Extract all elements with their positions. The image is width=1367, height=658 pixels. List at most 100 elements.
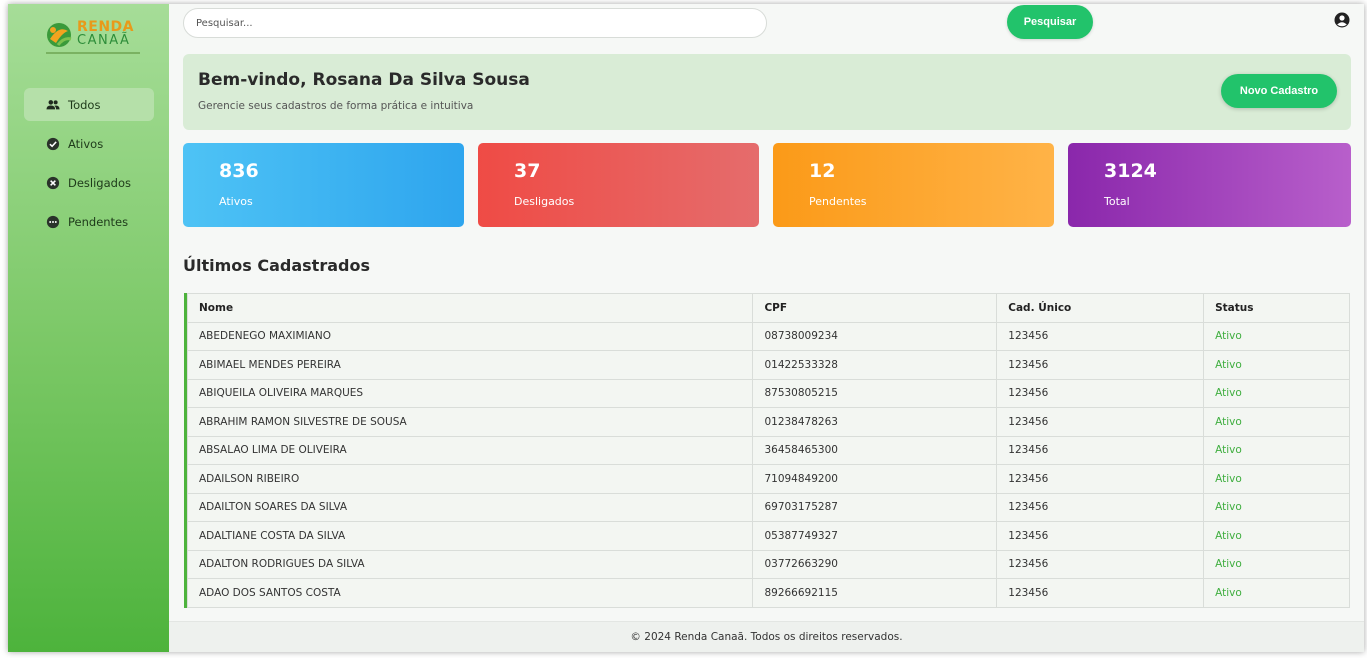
cell-cpf: 69703175287 bbox=[752, 492, 998, 522]
cell-status: Ativo bbox=[1203, 321, 1350, 351]
recent-registrations-title: Últimos Cadastrados bbox=[183, 256, 370, 275]
cell-cpf: 71094849200 bbox=[752, 464, 998, 494]
cell-status: Ativo bbox=[1203, 521, 1350, 551]
table-row[interactable]: ADAO DOS SANTOS COSTA 89266692115 123456… bbox=[186, 578, 1350, 608]
cell-cpf: 01238478263 bbox=[752, 407, 998, 437]
table-row[interactable]: ABEDENEGO MAXIMIANO 08738009234 123456 A… bbox=[186, 321, 1350, 351]
cell-cad-unico: 123456 bbox=[996, 435, 1205, 465]
cell-status: Ativo bbox=[1203, 435, 1350, 465]
brand-line-2: CANAÃ bbox=[77, 33, 131, 48]
brand-tagline-rule bbox=[46, 52, 140, 54]
table-header-row: Nome CPF Cad. Único Status bbox=[186, 293, 1350, 323]
stat-label: Desligados bbox=[514, 195, 575, 208]
search-input[interactable] bbox=[183, 8, 767, 38]
cell-cad-unico: 123456 bbox=[996, 549, 1205, 579]
table-row[interactable]: ABIMAEL MENDES PEREIRA 01422533328 12345… bbox=[186, 350, 1350, 380]
cell-cad-unico: 123456 bbox=[996, 492, 1205, 522]
stat-card-total[interactable]: 3124 Total bbox=[1068, 143, 1351, 227]
cell-status: Ativo bbox=[1203, 492, 1350, 522]
cell-cad-unico: 123456 bbox=[996, 350, 1205, 380]
logo-mark-icon bbox=[47, 23, 72, 47]
cell-cpf: 05387749327 bbox=[752, 521, 998, 551]
dots-circle-icon bbox=[46, 215, 60, 228]
users-icon bbox=[46, 99, 60, 109]
cell-nome: ADAO DOS SANTOS COSTA bbox=[186, 578, 754, 608]
cell-cad-unico: 123456 bbox=[996, 407, 1205, 437]
cell-status: Ativo bbox=[1203, 378, 1350, 408]
sidebar-item-label: Desligados bbox=[68, 175, 131, 190]
cell-cad-unico: 123456 bbox=[996, 578, 1205, 608]
sidebar: RENDA CANAÃ Todos Ativos Desligados Pend… bbox=[8, 4, 169, 652]
x-circle-icon bbox=[46, 176, 60, 189]
sidebar-item-label: Ativos bbox=[68, 136, 104, 151]
sidebar-item-label: Pendentes bbox=[68, 214, 129, 229]
search-button[interactable]: Pesquisar bbox=[1007, 5, 1093, 39]
cell-nome: ADALTON RODRIGUES DA SILVA bbox=[186, 549, 754, 579]
stat-card-desligados[interactable]: 37 Desligados bbox=[478, 143, 759, 227]
new-registration-button[interactable]: Novo Cadastro bbox=[1221, 74, 1337, 108]
topbar: Pesquisar bbox=[169, 4, 1364, 42]
cell-nome: ADAILSON RIBEIRO bbox=[186, 464, 754, 494]
sidebar-item-desligados[interactable]: Desligados bbox=[24, 166, 154, 199]
stat-card-ativos[interactable]: 836 Ativos bbox=[183, 143, 464, 227]
stat-value: 836 bbox=[219, 160, 259, 182]
cell-cpf: 01422533328 bbox=[752, 350, 998, 380]
cell-nome: ABIMAEL MENDES PEREIRA bbox=[186, 350, 754, 380]
cell-cpf: 08738009234 bbox=[752, 321, 998, 351]
sidebar-item-todos[interactable]: Todos bbox=[24, 88, 154, 121]
cell-nome: ADALTIANE COSTA DA SILVA bbox=[186, 521, 754, 551]
stat-label: Ativos bbox=[219, 195, 253, 208]
cell-nome: ABIQUEILA OLIVEIRA MARQUES bbox=[186, 378, 754, 408]
table-row[interactable]: ABRAHIM RAMON SILVESTRE DE SOUSA 0123847… bbox=[186, 407, 1350, 437]
table-row[interactable]: ADAILSON RIBEIRO 71094849200 123456 Ativ… bbox=[186, 464, 1350, 494]
table-row[interactable]: ABIQUEILA OLIVEIRA MARQUES 87530805215 1… bbox=[186, 378, 1350, 408]
cell-nome: ABRAHIM RAMON SILVESTRE DE SOUSA bbox=[186, 407, 754, 437]
cell-cad-unico: 123456 bbox=[996, 378, 1205, 408]
cell-status: Ativo bbox=[1203, 464, 1350, 494]
footer-text: © 2024 Renda Canaã. Todos os direitos re… bbox=[630, 631, 903, 643]
welcome-title: Bem-vindo, Rosana Da Silva Sousa bbox=[198, 70, 530, 90]
stat-label: Pendentes bbox=[809, 195, 867, 208]
column-header-cad-unico[interactable]: Cad. Único bbox=[996, 293, 1205, 323]
cell-status: Ativo bbox=[1203, 578, 1350, 608]
welcome-banner: Bem-vindo, Rosana Da Silva Sousa Gerenci… bbox=[183, 54, 1351, 130]
sidebar-item-label: Todos bbox=[68, 97, 101, 112]
table-row[interactable]: ADAILTON SOARES DA SILVA 69703175287 123… bbox=[186, 492, 1350, 522]
app-window: RENDA CANAÃ Todos Ativos Desligados Pend… bbox=[8, 4, 1364, 652]
user-circle-icon[interactable] bbox=[1334, 12, 1350, 28]
stats-cards: 836 Ativos 37 Desligados 12 Pendentes 31… bbox=[183, 143, 1351, 227]
cell-nome: ADAILTON SOARES DA SILVA bbox=[186, 492, 754, 522]
cell-status: Ativo bbox=[1203, 350, 1350, 380]
cell-nome: ABEDENEGO MAXIMIANO bbox=[186, 321, 754, 351]
table-row[interactable]: ADALTON RODRIGUES DA SILVA 03772663290 1… bbox=[186, 549, 1350, 579]
page-footer: © 2024 Renda Canaã. Todos os direitos re… bbox=[169, 621, 1364, 652]
cell-status: Ativo bbox=[1203, 407, 1350, 437]
sidebar-nav: Todos Ativos Desligados Pendentes bbox=[24, 88, 154, 244]
column-header-status[interactable]: Status bbox=[1203, 293, 1350, 323]
check-circle-icon bbox=[46, 137, 60, 150]
brand-logo[interactable]: RENDA CANAÃ bbox=[44, 18, 140, 58]
cell-cpf: 87530805215 bbox=[752, 378, 998, 408]
stat-value: 37 bbox=[514, 160, 541, 182]
recent-registrations-table: Nome CPF Cad. Único Status ABEDENEGO MAX… bbox=[184, 293, 1350, 608]
main-content: Pesquisar Bem-vindo, Rosana Da Silva Sou… bbox=[169, 4, 1364, 652]
table-row[interactable]: ADALTIANE COSTA DA SILVA 05387749327 123… bbox=[186, 521, 1350, 551]
cell-cad-unico: 123456 bbox=[996, 521, 1205, 551]
welcome-subtitle: Gerencie seus cadastros de forma prática… bbox=[198, 100, 474, 112]
stat-value: 12 bbox=[809, 160, 836, 182]
cell-status: Ativo bbox=[1203, 549, 1350, 579]
table-row[interactable]: ABSALAO LIMA DE OLIVEIRA 36458465300 123… bbox=[186, 435, 1350, 465]
stat-card-pendentes[interactable]: 12 Pendentes bbox=[773, 143, 1054, 227]
sidebar-item-ativos[interactable]: Ativos bbox=[24, 127, 154, 160]
cell-nome: ABSALAO LIMA DE OLIVEIRA bbox=[186, 435, 754, 465]
cell-cpf: 36458465300 bbox=[752, 435, 998, 465]
stat-label: Total bbox=[1104, 195, 1130, 208]
column-header-cpf[interactable]: CPF bbox=[752, 293, 998, 323]
cell-cpf: 89266692115 bbox=[752, 578, 998, 608]
cell-cad-unico: 123456 bbox=[996, 321, 1205, 351]
stat-value: 3124 bbox=[1104, 160, 1157, 182]
cell-cpf: 03772663290 bbox=[752, 549, 998, 579]
cell-cad-unico: 123456 bbox=[996, 464, 1205, 494]
column-header-nome[interactable]: Nome bbox=[186, 293, 754, 323]
sidebar-item-pendentes[interactable]: Pendentes bbox=[24, 205, 154, 238]
